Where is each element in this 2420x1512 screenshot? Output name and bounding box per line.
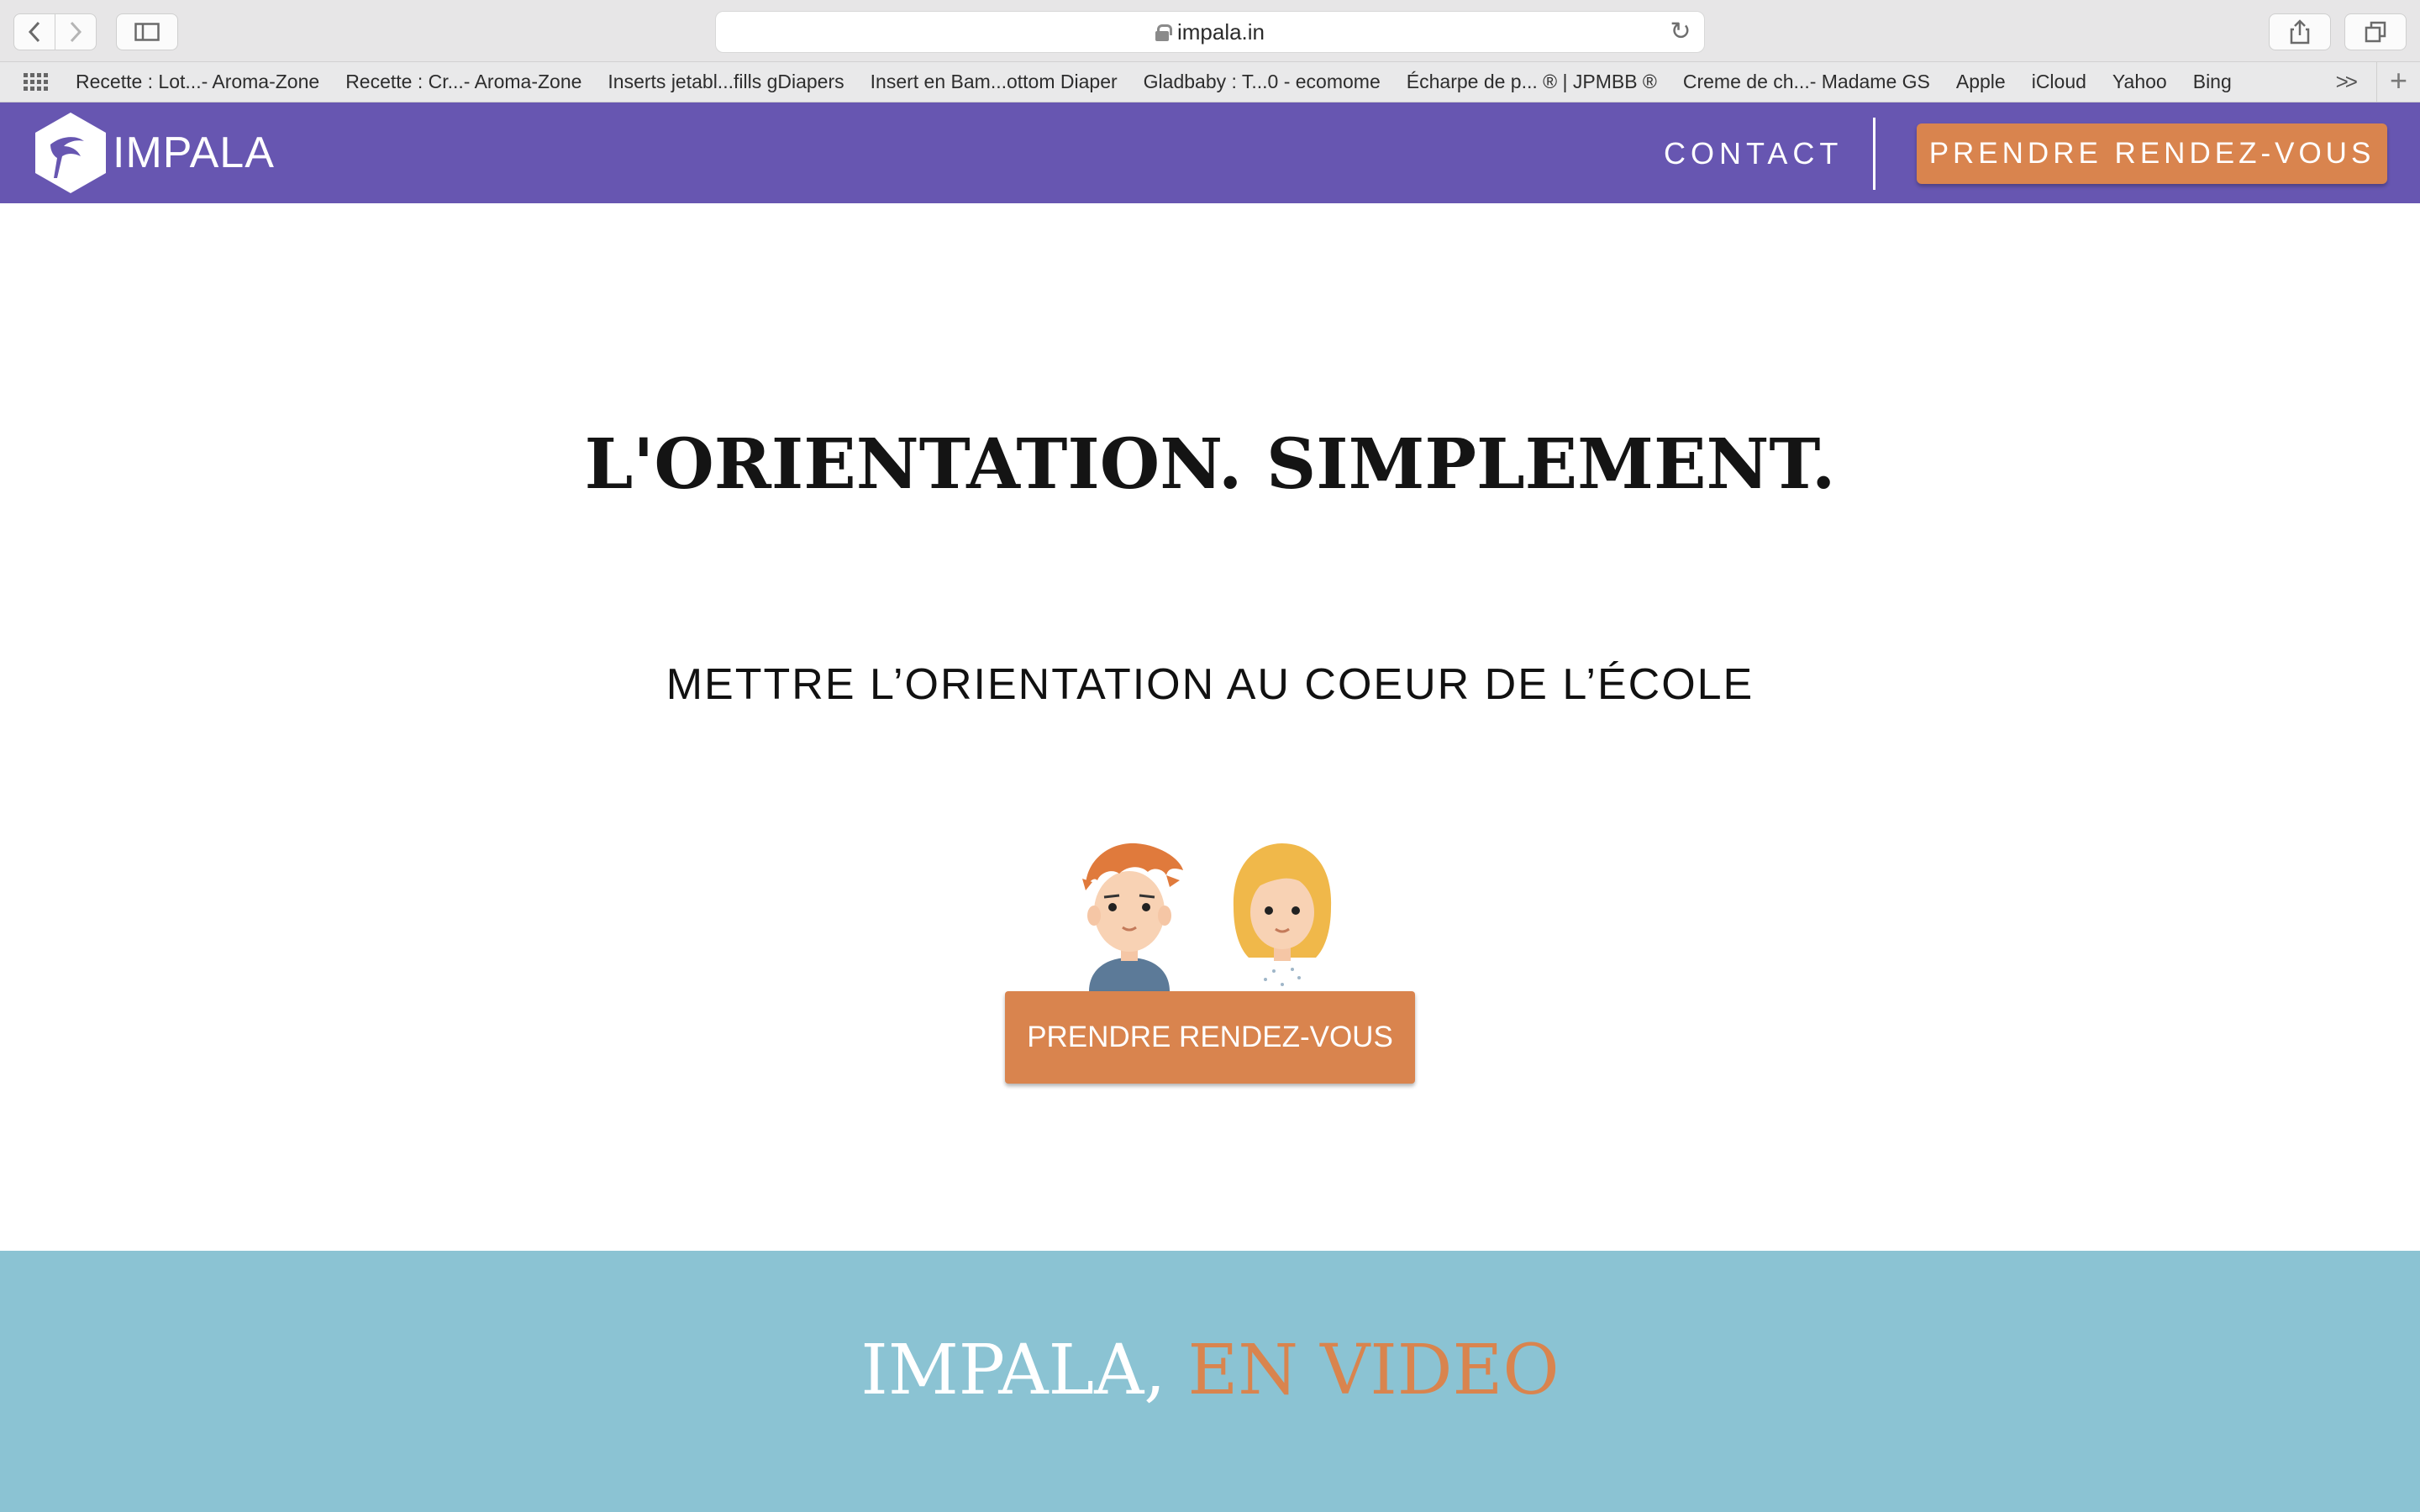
grid-icon[interactable] — [24, 72, 50, 92]
impala-logo-icon — [35, 113, 106, 193]
back-button[interactable] — [13, 13, 55, 50]
bookmark-item[interactable]: Insert en Bam...ottom Diaper — [871, 71, 1118, 93]
video-title-brand: IMPALA, — [860, 1331, 1188, 1410]
chevron-right-icon — [70, 21, 82, 43]
girl-illustration — [1233, 843, 1332, 991]
tabs-overview-button[interactable] — [2344, 13, 2407, 50]
hero-subtitle: METTRE L’ORIENTATION AU COEUR DE L’ÉCOLE — [666, 660, 1754, 709]
bookmark-item[interactable]: Creme de ch...- Madame GS — [1683, 71, 1930, 93]
lock-icon — [1155, 24, 1172, 41]
bookmark-item[interactable]: iCloud — [2032, 71, 2086, 93]
address-bar[interactable]: impala.in ↻ — [715, 11, 1705, 53]
sidebar-toggle-button[interactable] — [116, 13, 178, 50]
browser-toolbar: impala.in ↻ — [0, 0, 2420, 62]
video-section: IMPALA, EN VIDEO — [0, 1251, 2420, 1512]
bookmark-item[interactable]: Inserts jetabl...fills gDiapers — [608, 71, 844, 93]
more-bookmarks-button[interactable]: >> — [2336, 69, 2358, 95]
boy-illustration — [1082, 843, 1183, 991]
video-title-highlight: EN VIDEO — [1187, 1331, 1560, 1410]
bookmark-item[interactable]: Recette : Lot...- Aroma-Zone — [76, 71, 319, 93]
header-appointment-button[interactable]: PRENDRE RENDEZ-VOUS — [1917, 123, 2387, 184]
bookmark-item[interactable]: Yahoo — [2112, 71, 2167, 93]
tabs-icon — [2365, 21, 2386, 43]
share-icon — [2290, 19, 2310, 45]
share-button[interactable] — [2269, 13, 2331, 50]
bookmarks-bar: Recette : Lot...- Aroma-Zone Recette : C… — [0, 62, 2420, 102]
hero-title: L'ORIENTATION. SIMPLEMENT. — [584, 424, 1836, 505]
bookmark-item[interactable]: Bing — [2193, 71, 2232, 93]
site-header: IMPALA CONTACT PRENDRE RENDEZ-VOUS — [0, 102, 2420, 203]
nav-divider — [1873, 118, 1876, 190]
bookmark-item[interactable]: Apple — [1956, 71, 2006, 93]
sidebar-icon — [134, 23, 160, 41]
video-section-title: IMPALA, EN VIDEO — [0, 1331, 2420, 1410]
hero-appointment-button[interactable]: PRENDRE RENDEZ-VOUS — [1005, 991, 1415, 1084]
nav-contact-link[interactable]: CONTACT — [1664, 136, 1843, 171]
bookmark-item[interactable]: Écharpe de p... ® | JPMBB ® — [1407, 71, 1657, 93]
reload-icon[interactable]: ↻ — [1669, 19, 1692, 45]
forward-button[interactable] — [55, 13, 97, 50]
bookmark-item[interactable]: Gladbaby : T...0 - ecomome — [1144, 71, 1381, 93]
new-tab-button[interactable]: + — [2376, 62, 2420, 102]
kids-illustration — [1082, 843, 1332, 991]
chevron-left-icon — [28, 21, 40, 43]
logo[interactable]: IMPALA — [32, 111, 275, 195]
logo-text: IMPALA — [113, 129, 275, 177]
url-text: impala.in — [1176, 18, 1265, 45]
bookmark-item[interactable]: Recette : Cr...- Aroma-Zone — [345, 71, 581, 93]
